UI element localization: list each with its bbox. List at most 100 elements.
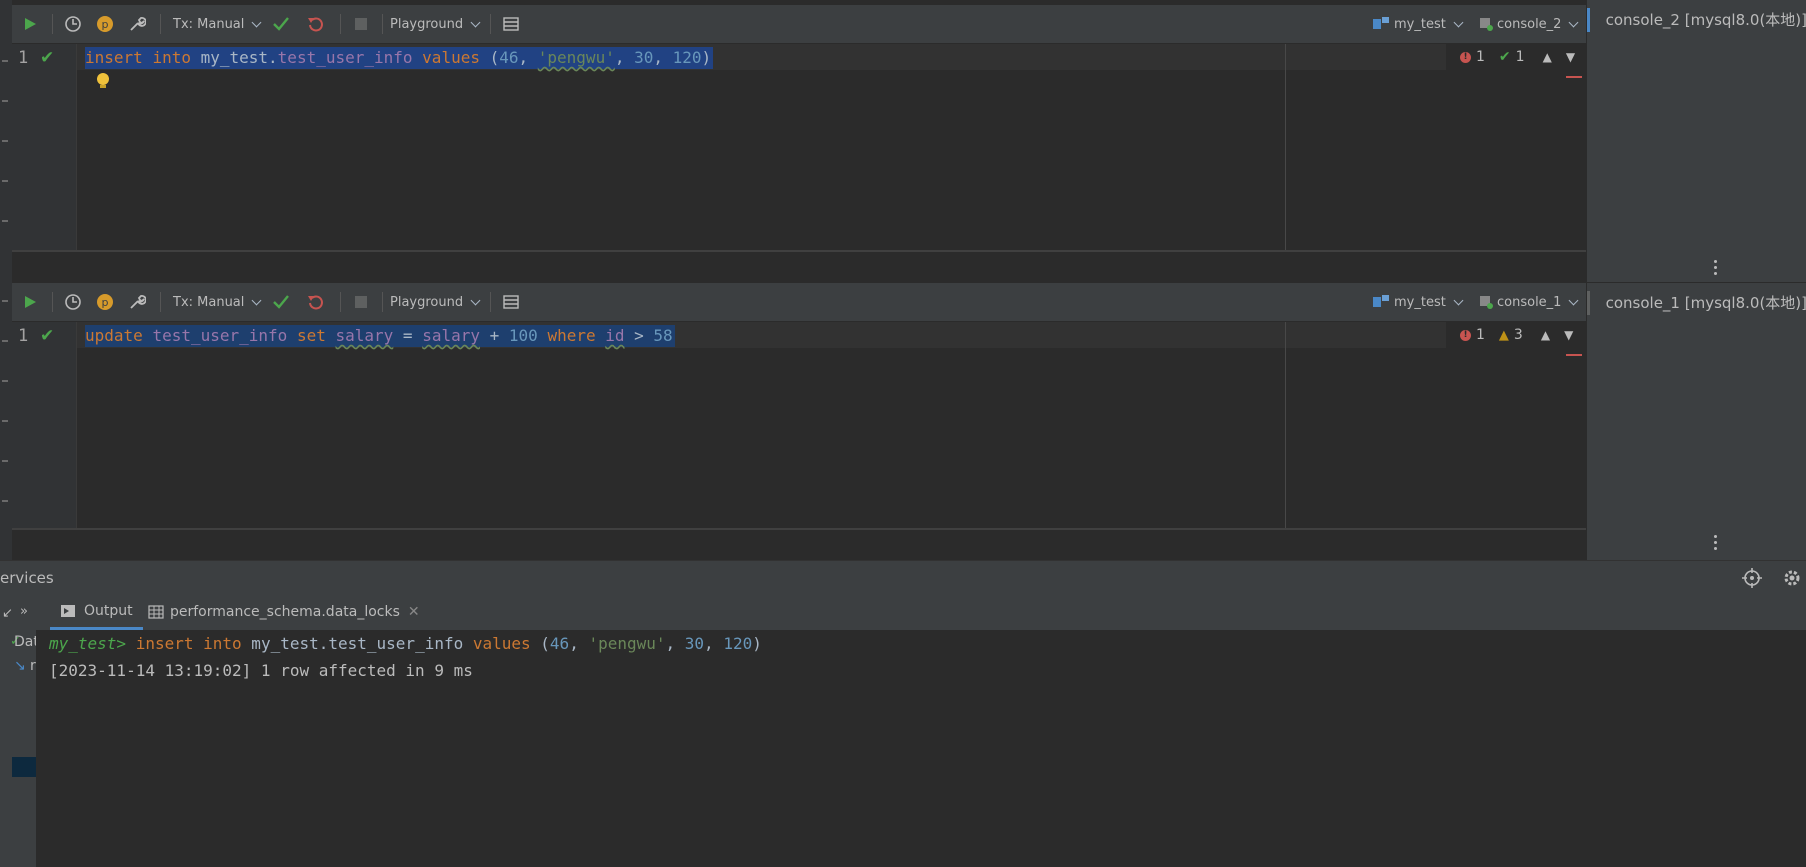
kw-values: values: [422, 48, 480, 67]
paren-close: ): [752, 634, 762, 653]
run-icon: [25, 18, 36, 30]
rollback-button[interactable]: [307, 5, 325, 43]
run-button[interactable]: [22, 5, 38, 43]
clock-icon: [65, 294, 81, 310]
more-options-icon[interactable]: [1714, 260, 1718, 275]
chevron-up-icon[interactable]: ▲: [1543, 50, 1552, 64]
console-tab-1[interactable]: console_1 [mysql8.0(本地)]: [1587, 283, 1806, 321]
session-selector[interactable]: console_1: [1478, 283, 1579, 321]
crosshair-icon: [1742, 568, 1762, 588]
kw-set: set: [296, 326, 326, 345]
settings-button[interactable]: [128, 283, 146, 321]
output-console[interactable]: my_test> insert into my_test.test_user_i…: [36, 631, 1806, 867]
rollback-icon: [308, 295, 323, 310]
services-settings-button[interactable]: [1782, 568, 1802, 592]
sql-editor-top[interactable]: 1 ✔ insert into my_test.test_user_info v…: [12, 44, 1586, 252]
profile-button[interactable]: p: [96, 5, 114, 43]
number-literal: 120: [723, 634, 753, 653]
tab-output[interactable]: Output: [50, 594, 143, 630]
stop-button[interactable]: [354, 283, 368, 321]
operator-gt: >: [624, 326, 654, 345]
chevron-down-icon[interactable]: ▼: [1564, 328, 1573, 342]
playground-dropdown[interactable]: Playground: [390, 5, 481, 43]
console-tab-pane-bottom: console_1 [mysql8.0(本地)]: [1586, 283, 1806, 560]
ok-count: 1: [1515, 49, 1525, 65]
string-literal: 'pengwu': [588, 634, 666, 653]
console-tab-2[interactable]: console_2 [mysql8.0(本地)]: [1587, 0, 1806, 38]
schema-selector[interactable]: my_test: [1372, 283, 1464, 321]
collapse-icon[interactable]: ↙: [2, 606, 13, 621]
playground-dropdown[interactable]: Playground: [390, 283, 481, 321]
tx-mode-dropdown[interactable]: Tx: Manual: [173, 5, 262, 43]
kw-into: into: [203, 634, 242, 653]
paren-open: (: [479, 48, 500, 67]
run-button[interactable]: [22, 283, 38, 321]
rollback-button[interactable]: [307, 283, 325, 321]
commit-button[interactable]: [272, 5, 290, 43]
number-literal: 46: [549, 634, 570, 653]
playground-label: Playground: [390, 294, 464, 310]
tx-mode-label: Tx: Manual: [173, 16, 245, 32]
comma: ,: [704, 634, 724, 653]
error-count: 1: [1476, 49, 1485, 65]
p-badge-icon: p: [97, 16, 113, 32]
session-selector[interactable]: console_2: [1478, 5, 1579, 43]
table-layout-icon: [503, 17, 519, 31]
executed-check-icon: ✔: [40, 48, 55, 68]
sql-statement[interactable]: insert into my_test.test_user_info value…: [85, 47, 714, 69]
comma: ,: [665, 634, 685, 653]
more-options-icon[interactable]: [1714, 535, 1718, 550]
chevron-down-icon[interactable]: ▼: [1566, 50, 1575, 64]
intention-bulb-icon[interactable]: [96, 72, 110, 94]
mysql-dolphin-icon: [1597, 293, 1598, 311]
console-tab-label: console_2 [mysql8.0(本地)]: [1605, 10, 1806, 29]
settings-button[interactable]: [128, 5, 146, 43]
tab-data-locks[interactable]: performance_schema.data_locks ✕: [148, 594, 420, 630]
chevron-up-icon[interactable]: ▲: [1541, 328, 1550, 342]
expand-icon[interactable]: »: [20, 604, 28, 619]
target-button[interactable]: [1742, 568, 1762, 592]
sql-editor-bottom[interactable]: 1 ✔ update test_user_info set salary = s…: [12, 322, 1586, 530]
rollback-icon: [308, 17, 323, 32]
clock-icon: [65, 16, 81, 32]
schema-label: my_test: [1394, 16, 1446, 32]
value-age: 30: [634, 48, 654, 67]
tree-item-r[interactable]: r: [30, 658, 36, 674]
stop-button[interactable]: [354, 5, 368, 43]
inspection-widget[interactable]: ! 1 ▲ 3 ▲ ▼: [1460, 322, 1573, 348]
schema-selector[interactable]: my_test: [1372, 5, 1464, 43]
schema-icon: [1373, 17, 1389, 29]
tx-mode-dropdown[interactable]: Tx: Manual: [173, 283, 262, 321]
output-layout-button[interactable]: [502, 283, 520, 321]
value-salary: 120: [672, 48, 702, 67]
svg-text:p: p: [102, 18, 109, 31]
chevron-down-icon: [1569, 295, 1579, 305]
history-button[interactable]: [64, 5, 82, 43]
output-layout-button[interactable]: [502, 5, 520, 43]
playground-label: Playground: [390, 16, 464, 32]
commit-button[interactable]: [272, 283, 290, 321]
tree-selected-row[interactable]: [12, 757, 36, 777]
table-layout-icon: [503, 295, 519, 309]
kw-values: values: [472, 634, 531, 653]
close-icon[interactable]: ✕: [408, 604, 420, 620]
history-button[interactable]: [64, 283, 82, 321]
profile-button[interactable]: p: [96, 283, 114, 321]
operator-plus: +: [479, 326, 509, 345]
output-result-line: [2023-11-14 13:19:02] 1 row affected in …: [49, 661, 473, 680]
comma: ,: [569, 634, 589, 653]
editor-footer: [12, 530, 1586, 560]
schema-ref: my_test.: [190, 48, 278, 67]
sql-statement[interactable]: update test_user_info set salary = salar…: [85, 325, 675, 347]
schema-label: my_test: [1394, 294, 1446, 310]
column-ref: salary: [335, 326, 394, 345]
editor-gutter: 1 ✔: [12, 322, 77, 530]
chevron-down-icon: [1453, 17, 1464, 27]
services-header: ervices: [0, 560, 1806, 595]
inspection-widget[interactable]: ! 1 ✔ 1 ▲ ▼: [1460, 44, 1575, 70]
chevron-down-icon: [470, 295, 481, 305]
column-ref: salary: [422, 326, 480, 345]
